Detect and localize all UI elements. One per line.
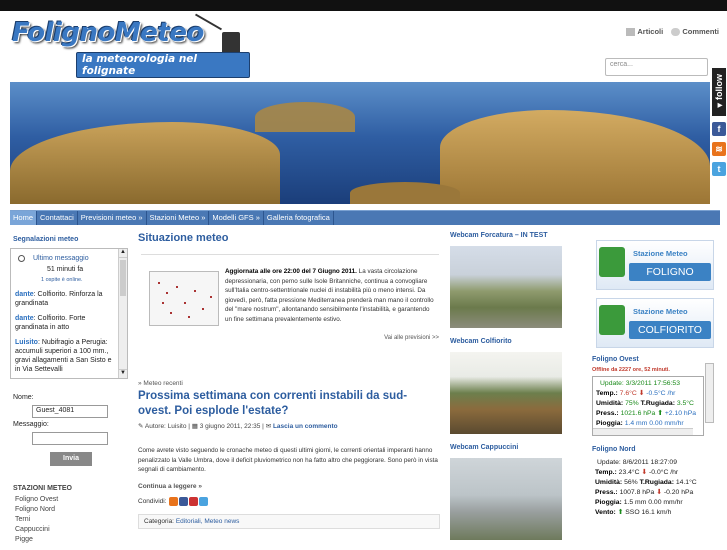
stations-title: STAZIONI METEO [13, 485, 72, 492]
arrow-up-icon: ⬆ [657, 410, 663, 417]
rss-icon[interactable]: ≋ [712, 142, 726, 156]
nav-galleria[interactable]: Galleria fotografica [264, 211, 334, 225]
weather-box-vscrollbar[interactable] [705, 363, 714, 423]
webcams: Webcam Forcatura – IN TEST Webcam Colfio… [450, 232, 582, 550]
station-link[interactable]: Foligno Ovest [10, 495, 128, 505]
category-links[interactable]: Editoriali, Meteo news [176, 518, 240, 525]
webcam-image[interactable] [450, 352, 562, 434]
webcam-image[interactable] [450, 458, 562, 540]
webcam-title[interactable]: Webcam Cappuccini [450, 444, 582, 454]
last-message-time: 51 minuti fa [47, 266, 84, 273]
post-categories: Categoria: Editoriali, Meteo news [138, 513, 440, 529]
webcam-title[interactable]: Webcam Forcatura – IN TEST [450, 232, 582, 242]
arrow-down-icon: ⬇ [638, 390, 645, 397]
stations-list: STAZIONI METEO Foligno Ovest Foligno Nor… [10, 484, 128, 545]
station-title-nord[interactable]: Foligno Nord [592, 446, 717, 453]
calendar-icon: ▦ [191, 423, 198, 430]
articles-feed-link[interactable]: Articoli [637, 27, 663, 36]
scroll-down-icon: ▼ [119, 369, 127, 376]
station-link[interactable]: Foligno Nord [10, 505, 128, 515]
arrow-down-icon: ⬇ [656, 489, 662, 496]
header-banner [10, 82, 710, 204]
post-excerpt: Come avrete visto seguendo le cronache m… [138, 447, 438, 473]
continue-link[interactable]: Continua a leggere » [138, 483, 440, 490]
station-icon [599, 247, 625, 277]
post-author[interactable]: Luisito [168, 423, 187, 430]
feed-links: Articoli Commenti [620, 27, 719, 37]
nav-modelli[interactable]: Modelli GFS » [209, 211, 264, 225]
webcam-image[interactable] [450, 246, 562, 328]
message-label: Messaggio: [13, 421, 49, 428]
situation-box: Aggiornata alle ore 22:00 del 7 Giugno 2… [141, 254, 439, 362]
logo-title: FolignoMeteo [12, 18, 204, 48]
shout-message: dante: Colfiorito. Rinforza la grandinat… [15, 291, 103, 307]
right-sidebar: Stazione Meteo FOLIGNO Stazione Meteo CO… [592, 232, 717, 520]
weather-box-nord: Update: 8/6/2011 18:27:09 Temp.: 23.4°C … [592, 456, 717, 520]
station-badge-colfiorito[interactable]: Stazione Meteo COLFIORITO [596, 298, 714, 348]
message-field[interactable] [32, 432, 108, 445]
situation-text: Aggiornata alle ore 22:00 del 7 Giugno 2… [225, 268, 434, 323]
scroll-up-icon: ▲ [119, 249, 127, 258]
station-title-ovest[interactable]: Foligno Ovest [592, 356, 717, 363]
wind-arrow-icon: ⬆ [617, 509, 624, 516]
author-icon: ✎ [138, 423, 144, 430]
station-link[interactable]: Cappuccini [10, 525, 128, 535]
search-input[interactable]: cerca... [605, 58, 708, 76]
top-bar [0, 0, 727, 11]
forecasts-link[interactable]: Vai alle previsioni >> [384, 335, 439, 341]
rss-icon [626, 28, 636, 37]
share-email-icon[interactable] [169, 496, 179, 506]
name-label: Nome: [13, 394, 34, 401]
nav-home[interactable]: Home [10, 211, 38, 225]
recent-label: » Meteo recenti [138, 380, 183, 387]
share-bar: Condividi: [138, 496, 440, 506]
online-count: 1 ospite è online. [41, 277, 83, 283]
main-content: Situazione meteo Aggiornata alle ore 22:… [138, 232, 440, 529]
name-field[interactable]: Guest_4081 [32, 405, 108, 418]
last-message-label: Ultimo messaggio [32, 255, 89, 262]
shoutbox-scrollbar[interactable]: ▲ ▼ [118, 249, 127, 378]
site-logo[interactable]: FolignoMeteo la meteorologia nel foligna… [10, 13, 250, 78]
shout-message: Luisito: Nubifragio a Perugia: accumuli … [15, 339, 112, 373]
station-icon [599, 305, 625, 335]
radio-icon [18, 254, 25, 262]
arrow-down-icon: ⬇ [641, 469, 648, 476]
share-facebook-icon[interactable] [179, 496, 189, 506]
offline-notice: Offline da 2227 ore, 52 minuti. [592, 367, 670, 373]
webcam-title[interactable]: Webcam Colfiorito [450, 338, 582, 348]
situation-title[interactable]: Situazione meteo [138, 232, 440, 244]
shoutbox-title: Segnalazioni meteo [13, 236, 79, 243]
weather-box-ovest: Update: 3/3/2011 17:56:53 Temp.: 7.6°C ⬇… [592, 376, 704, 436]
forecast-map[interactable] [149, 271, 219, 326]
weather-box-hscrollbar[interactable] [593, 428, 693, 435]
comment-icon: ✉ [265, 423, 272, 430]
logo-subtitle: la meteorologia nel folignate [76, 52, 250, 78]
post-meta: ✎ Autore: Luisito | ▦ 3 giugno 2011, 22:… [138, 423, 338, 430]
station-link[interactable]: Pigge [10, 535, 128, 545]
main-nav: Home Contattaci Previsioni meteo » Stazi… [10, 210, 720, 225]
comment-icon [671, 28, 681, 37]
station-badge-foligno[interactable]: Stazione Meteo FOLIGNO [596, 240, 714, 290]
share-twitter-icon[interactable] [199, 496, 209, 506]
comments-feed-link[interactable]: Commenti [682, 27, 719, 36]
shoutbox: Ultimo messaggio 51 minuti fa 1 ospite è… [10, 248, 128, 379]
station-link[interactable]: Terni [10, 515, 128, 525]
shout-message: dante: Colfiorito. Forte grandinata in a… [15, 315, 86, 331]
send-button[interactable]: Invia [50, 452, 92, 466]
follow-bar: ◂follow f ≋ t [711, 68, 727, 178]
comment-link[interactable]: Lascia un commento [273, 423, 338, 430]
post: » Meteo recenti Prossima settimana con c… [138, 380, 440, 529]
twitter-icon[interactable]: t [712, 162, 726, 176]
follow-label: ◂follow [712, 68, 726, 116]
post-title[interactable]: Prossima settimana con correnti instabil… [138, 389, 440, 419]
share-google-icon[interactable] [189, 496, 199, 506]
nav-stazioni[interactable]: Stazioni Meteo » [147, 211, 210, 225]
nav-contattaci[interactable]: Contattaci [37, 211, 78, 225]
nav-previsioni[interactable]: Previsioni meteo » [78, 211, 147, 225]
post-date: 3 giugno 2011, 22:35 [199, 423, 261, 430]
facebook-icon[interactable]: f [712, 122, 726, 136]
